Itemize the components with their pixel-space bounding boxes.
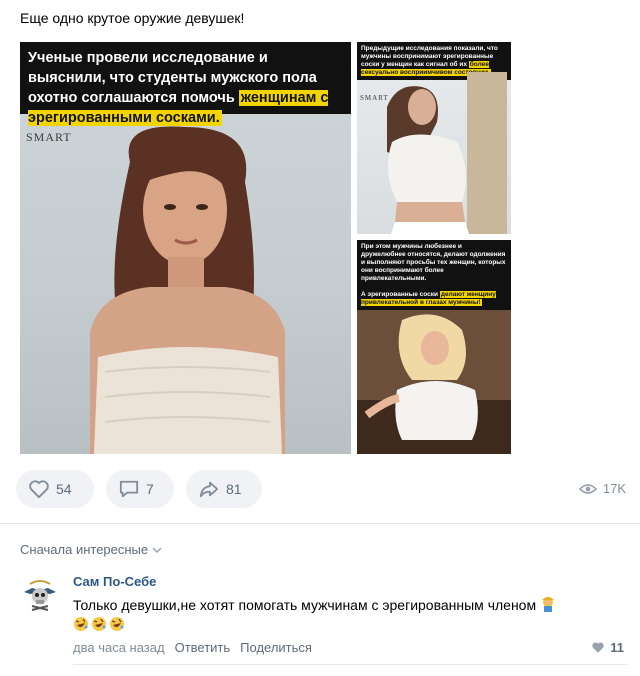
rofl-emoji-icon (74, 617, 88, 631)
woman-photo-illustration (90, 126, 285, 454)
comment-meta: два часа назад Ответить Поделиться (73, 640, 312, 655)
comment-like-button[interactable]: 11 (591, 640, 624, 655)
photo-caption: При этом мужчины любезнее и дружелюбнее … (357, 240, 511, 310)
comments-sort-label: Сначала интересные (20, 542, 149, 557)
comment-like-count: 11 (610, 640, 624, 655)
rofl-emoji-icon (110, 617, 124, 631)
views-counter: 17K (578, 481, 626, 496)
heart-icon (29, 480, 49, 499)
chevron-down-icon (152, 546, 162, 553)
comment-icon (119, 480, 139, 498)
comment-text: Только девушки,не хотят помогать мужчина… (73, 595, 623, 635)
comments-sort-dropdown[interactable]: Сначала интересные (20, 542, 162, 557)
comment-button[interactable]: 7 (106, 470, 174, 508)
comment-author[interactable]: Сам По-Себе (73, 574, 156, 589)
views-count: 17K (602, 481, 626, 496)
eye-icon (578, 483, 597, 494)
rofl-emoji-icon (92, 617, 106, 631)
post-photo-top[interactable]: Предыдущие исследования показали, что му… (357, 42, 511, 234)
woman-photo-illustration (357, 310, 511, 454)
skull-emblem-icon (24, 580, 56, 611)
share-button[interactable]: 81 (186, 470, 262, 508)
reply-button[interactable]: Ответить (175, 640, 231, 655)
post-photo-bottom[interactable]: При этом мужчины любезнее и дружелюбнее … (357, 240, 511, 454)
share-count: 81 (226, 481, 242, 497)
like-count: 54 (56, 481, 72, 497)
post-text: Еще одно крутое оружие девушек! (20, 10, 245, 26)
like-button[interactable]: 54 (16, 470, 94, 508)
comment-time[interactable]: два часа назад (73, 640, 165, 655)
comment-count: 7 (146, 481, 154, 497)
woman-photo-illustration (387, 72, 507, 234)
share-arrow-icon (199, 481, 219, 498)
photo-caption: Ученые провели исследование и выяснили, … (20, 42, 351, 126)
divider (73, 664, 627, 665)
divider (0, 523, 640, 524)
post-photo-main[interactable]: Ученые провели исследование и выяснили, … (20, 42, 351, 454)
woman-facepalm-emoji-icon (541, 597, 554, 612)
avatar[interactable] (20, 574, 60, 614)
comment-share-button[interactable]: Поделиться (240, 640, 312, 655)
heart-icon (592, 642, 604, 653)
